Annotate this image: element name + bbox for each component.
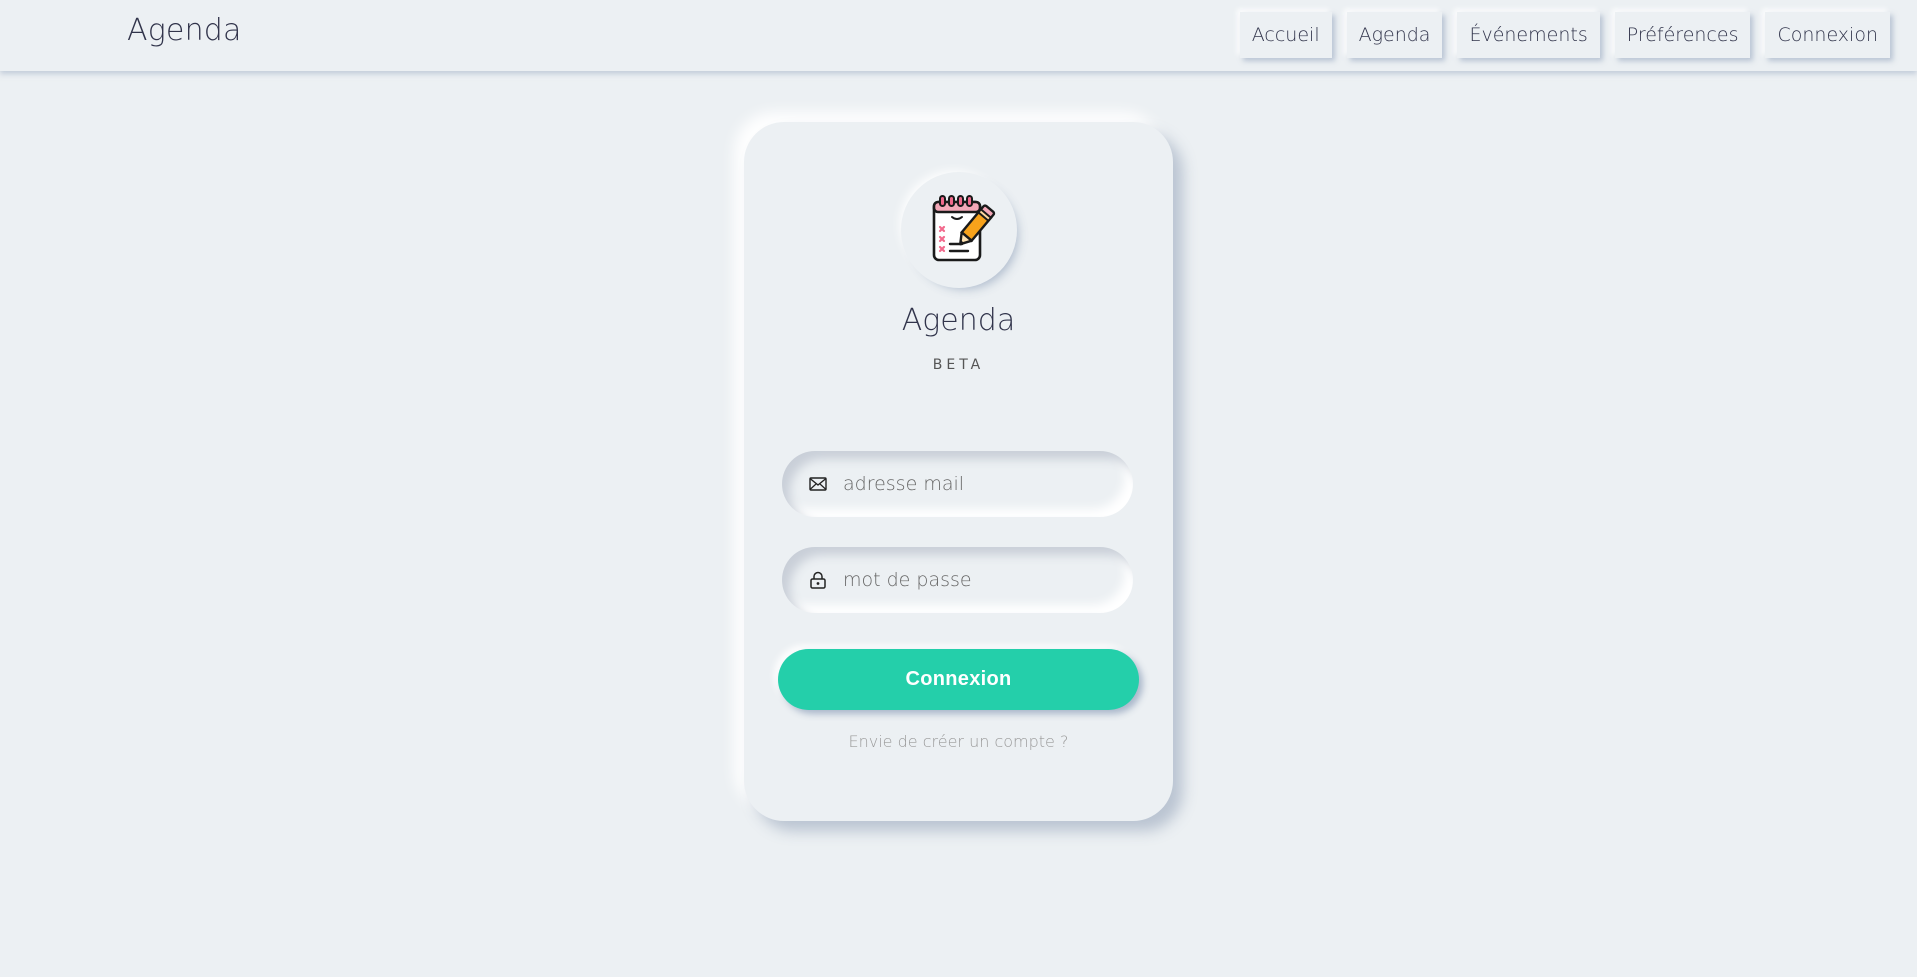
password-field[interactable] [782,547,1133,613]
nav-link-accueil[interactable]: Accueil [1239,12,1332,58]
password-input[interactable] [843,560,1113,600]
beta-label: BETA [932,357,985,373]
create-account-link[interactable]: Envie de créer un compte ? [744,732,1173,751]
nav-link-agenda[interactable]: Agenda [1346,12,1443,58]
top-navbar: Agenda Accueil Agenda Événements Préfére… [0,0,1917,71]
brand-title[interactable]: Agenda [127,13,242,48]
login-card: Agenda BETA Connexion Envie de créer un … [744,122,1173,821]
nav-links: Accueil Agenda Événements Préférences Co… [1239,12,1890,58]
app-logo [906,177,1012,283]
connexion-button[interactable]: Connexion [778,649,1139,710]
email-field[interactable] [782,451,1133,517]
card-title: Agenda [901,303,1016,338]
nav-link-connexion[interactable]: Connexion [1765,12,1890,58]
envelope-icon [807,473,829,495]
lock-icon [807,569,829,591]
email-input[interactable] [843,464,1113,504]
nav-link-evenements[interactable]: Événements [1457,12,1600,58]
nav-link-preferences[interactable]: Préférences [1614,12,1751,58]
notepad-pencil-icon [932,195,996,262]
